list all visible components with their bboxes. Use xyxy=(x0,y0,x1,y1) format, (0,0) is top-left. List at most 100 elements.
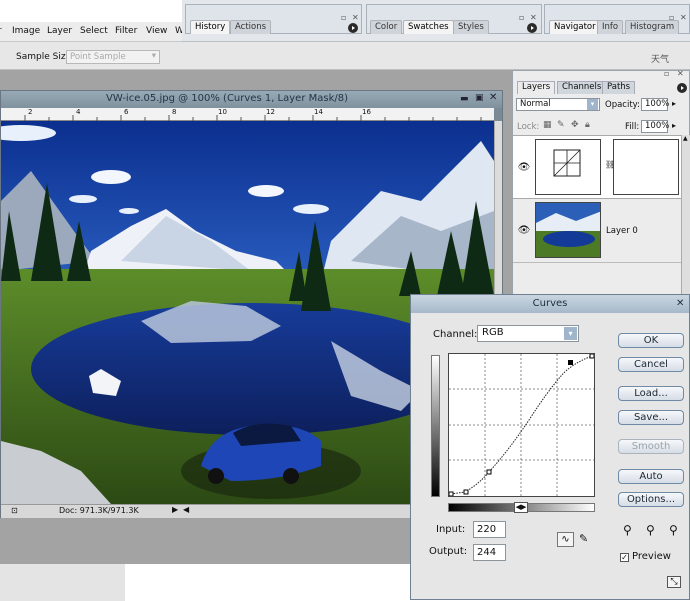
menu-filter[interactable]: Filter xyxy=(115,26,137,36)
gradient-toggle-icon[interactable]: ◀▶ xyxy=(514,502,528,513)
blend-mode-select[interactable]: Normal ▾ xyxy=(516,98,600,111)
close-icon[interactable]: ✕ xyxy=(352,13,359,22)
lock-transparency-icon[interactable]: ▦ xyxy=(543,120,552,130)
opacity-input[interactable]: 100% xyxy=(641,98,669,111)
panel-menu-icon[interactable] xyxy=(348,23,358,33)
menu-bar: r Image Layer Select Filter View W xyxy=(0,22,185,42)
channel-select[interactable]: RGB ▾ xyxy=(477,325,579,342)
minimize-icon[interactable]: ▫ xyxy=(519,13,524,22)
close-icon[interactable]: ✕ xyxy=(530,13,537,22)
close-icon[interactable]: ✕ xyxy=(676,295,684,313)
scroll-left-icon[interactable]: ◀ xyxy=(183,505,189,514)
layer0-thumbnail xyxy=(535,202,601,258)
tab-channels[interactable]: Channels xyxy=(557,81,607,94)
layer-row-layer0[interactable]: 👁︎ Layer 0 xyxy=(513,199,681,263)
layer0-name: Layer 0 xyxy=(606,226,638,236)
status-partial-text: 天气 xyxy=(651,55,670,65)
desktop-area xyxy=(125,564,410,601)
ruler-ticks xyxy=(24,115,482,121)
curves-dialog: Curves ✕ Channel: RGB ▾ ◀▶ Input: 220 Ou… xyxy=(410,294,690,600)
channel-label: Channel: xyxy=(433,329,478,340)
menu-select[interactable]: Select xyxy=(80,26,108,36)
tab-color[interactable]: Color xyxy=(370,20,403,34)
chevron-down-icon: ▾ xyxy=(564,327,577,340)
tab-navigator[interactable]: Navigator xyxy=(549,20,601,34)
curves-graph-icon xyxy=(553,149,581,177)
output-gradient-bar xyxy=(431,355,440,497)
curves-titlebar[interactable]: Curves ✕ xyxy=(411,295,689,313)
minimize-icon[interactable]: ▫ xyxy=(664,69,669,78)
visibility-eye-icon[interactable]: 👁︎ xyxy=(516,223,532,239)
curve-point-selected[interactable] xyxy=(568,360,573,365)
fill-input[interactable]: 100% xyxy=(641,120,669,133)
curve-point[interactable] xyxy=(486,469,492,475)
tab-histogram[interactable]: Histogram xyxy=(625,20,680,34)
menu-layer[interactable]: Layer xyxy=(47,26,72,36)
auto-button[interactable]: Auto xyxy=(618,469,684,484)
lock-all-icon[interactable]: 🔒︎ xyxy=(585,120,590,130)
minimize-icon[interactable]: ▬ xyxy=(460,94,469,104)
curve-point[interactable] xyxy=(463,489,469,495)
lock-brush-icon[interactable]: ✎ xyxy=(557,120,565,130)
menu-image[interactable]: Image xyxy=(12,26,40,36)
sample-size-value: Point Sample xyxy=(70,52,126,62)
cancel-button[interactable]: Cancel xyxy=(618,357,684,372)
save-button[interactable]: Save... xyxy=(618,410,684,425)
close-icon[interactable]: ✕ xyxy=(680,13,687,22)
menu-view[interactable]: View xyxy=(146,26,167,36)
opacity-slider-arrow-icon[interactable]: ▸ xyxy=(672,99,676,108)
layer-row-curves[interactable]: 👁︎ ⛓︎ xyxy=(513,135,681,199)
status-menu-arrow-icon[interactable]: ▶ xyxy=(172,505,178,514)
tab-history[interactable]: History xyxy=(190,20,231,34)
color-panel-group: ▫ ✕ Color Swatches Styles xyxy=(366,4,542,34)
gray-eyedropper-icon[interactable]: ⚲ xyxy=(646,523,655,537)
tab-info[interactable]: Info xyxy=(597,20,624,34)
output-field[interactable]: 244 xyxy=(473,544,506,561)
input-field[interactable]: 220 xyxy=(473,521,506,538)
maximize-icon[interactable]: ▣ xyxy=(475,93,484,103)
curves-adjustment-thumbnail xyxy=(535,139,601,195)
tab-paths[interactable]: Paths xyxy=(602,81,636,94)
expand-icon[interactable]: ⤡ xyxy=(667,576,681,588)
preview-checkbox[interactable]: ✓ xyxy=(620,553,629,562)
pencil-tool-icon[interactable]: ✎ xyxy=(579,532,588,545)
black-eyedropper-icon[interactable]: ⚲ xyxy=(623,523,632,537)
tab-actions[interactable]: Actions xyxy=(230,20,272,34)
opacity-label: Opacity: xyxy=(605,100,640,110)
lock-move-icon[interactable]: ✥ xyxy=(571,120,579,130)
close-icon[interactable]: ✕ xyxy=(489,92,497,103)
tab-styles[interactable]: Styles xyxy=(453,20,489,34)
minimize-icon[interactable]: ▫ xyxy=(341,13,346,22)
curve-tool-icon[interactable]: ∿ xyxy=(557,532,574,547)
scroll-up-icon[interactable]: ▲ xyxy=(683,135,688,142)
palette-well: ▫ ✕ History Actions ▫ ✕ Color Swatches S… xyxy=(182,0,690,42)
lock-label: Lock: xyxy=(517,122,540,132)
navigator-panel-group: ▫ ✕ Navigator Info Histogram xyxy=(544,4,690,34)
fill-label: Fill: xyxy=(625,122,640,132)
close-icon[interactable]: ✕ xyxy=(677,69,684,78)
document-titlebar[interactable]: VW-ice.05.jpg @ 100% (Curves 1, Layer Ma… xyxy=(1,91,502,108)
document-title: VW-ice.05.jpg @ 100% (Curves 1, Layer Ma… xyxy=(106,93,349,104)
panel-menu-icon[interactable] xyxy=(527,23,537,33)
ok-button[interactable]: OK xyxy=(618,333,684,348)
curves-graph[interactable] xyxy=(448,353,595,497)
ruler-horizontal: 2 4 6 8 10 12 14 16 xyxy=(1,108,494,121)
panel-menu-icon[interactable] xyxy=(677,83,687,93)
channel-value: RGB xyxy=(482,327,504,338)
status-icon[interactable]: ⊡ xyxy=(11,506,18,515)
fill-slider-arrow-icon[interactable]: ▸ xyxy=(672,121,676,130)
chevron-down-icon: ▾ xyxy=(151,51,156,61)
options-button[interactable]: Options... xyxy=(618,492,684,507)
visibility-eye-icon[interactable]: 👁︎ xyxy=(516,160,532,176)
sample-size-select[interactable]: Point Sample ▾ xyxy=(66,50,160,64)
smooth-button[interactable]: Smooth xyxy=(618,439,684,454)
white-eyedropper-icon[interactable]: ⚲ xyxy=(669,523,678,537)
layer0-preview xyxy=(536,203,600,257)
curve-point[interactable] xyxy=(448,491,454,497)
tab-swatches[interactable]: Swatches xyxy=(403,20,454,34)
curve-point[interactable] xyxy=(589,353,595,359)
load-button[interactable]: Load... xyxy=(618,386,684,401)
history-panel-group: ▫ ✕ History Actions xyxy=(185,4,362,34)
tab-layers[interactable]: Layers xyxy=(517,81,556,94)
layer-mask-thumbnail[interactable] xyxy=(613,139,679,195)
